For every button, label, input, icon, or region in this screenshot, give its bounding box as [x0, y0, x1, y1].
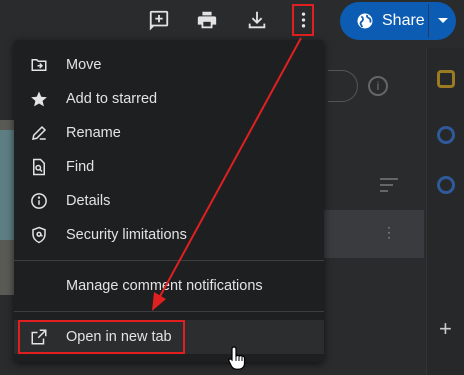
pencil-icon: [14, 124, 66, 142]
menu-item-add-to-starred[interactable]: Add to starred: [14, 82, 324, 116]
menu-divider: [14, 260, 324, 261]
menu-item-label: Add to starred: [66, 91, 158, 107]
open-in-new-icon: [14, 328, 66, 346]
move-to-folder-icon: [14, 56, 66, 74]
menu-item-label: Move: [66, 57, 102, 73]
menu-item-find[interactable]: Find: [14, 150, 324, 184]
hand-cursor-icon: [228, 346, 246, 370]
menu-item-rename[interactable]: Rename: [14, 116, 324, 150]
side-rail: +: [426, 48, 464, 375]
panel-tab: [328, 70, 358, 102]
menu-item-manage-comment-notifications[interactable]: Manage comment notifications: [14, 269, 324, 303]
download-icon[interactable]: [244, 7, 270, 33]
share-divider: [428, 4, 429, 38]
star-icon: [14, 90, 66, 108]
top-toolbar: Share: [0, 0, 464, 40]
menu-item-label: Details: [66, 193, 111, 209]
menu-item-label: Manage comment notifications: [66, 278, 263, 294]
add-comment-icon[interactable]: [146, 7, 172, 33]
list-item: [324, 210, 424, 258]
menu-item-label: Security limitations: [66, 227, 187, 243]
more-options-menu: Move Add to starred Rename Find Details …: [14, 40, 324, 362]
menu-item-open-in-new-tab[interactable]: Open in new tab: [14, 320, 324, 354]
menu-item-label: Rename: [66, 125, 121, 141]
add-addon-icon: +: [439, 316, 452, 341]
find-file-icon: [14, 158, 66, 176]
more-options-button[interactable]: [292, 4, 314, 36]
share-button[interactable]: Share: [340, 2, 456, 40]
row-more-icon: ⋮: [382, 224, 396, 240]
menu-item-label: Open in new tab: [66, 329, 172, 345]
menu-item-security-limitations[interactable]: Security limitations: [14, 218, 324, 252]
info-icon: i: [368, 76, 388, 96]
print-icon[interactable]: [194, 7, 220, 33]
share-label: Share: [382, 12, 425, 29]
tasks-icon: [437, 126, 455, 144]
contacts-icon: [437, 176, 455, 194]
keep-icon: [437, 70, 455, 88]
menu-item-details[interactable]: Details: [14, 184, 324, 218]
sort-icon: [380, 178, 398, 196]
share-dropdown-icon[interactable]: [438, 18, 448, 23]
menu-divider: [14, 311, 324, 312]
more-vert-icon: [301, 12, 305, 28]
menu-item-label: Find: [66, 159, 95, 175]
info-icon: [14, 192, 66, 210]
menu-item-move[interactable]: Move: [14, 48, 324, 82]
shield-icon: [14, 226, 66, 244]
details-panel: i ⋮: [324, 60, 426, 375]
globe-icon: [357, 13, 373, 29]
